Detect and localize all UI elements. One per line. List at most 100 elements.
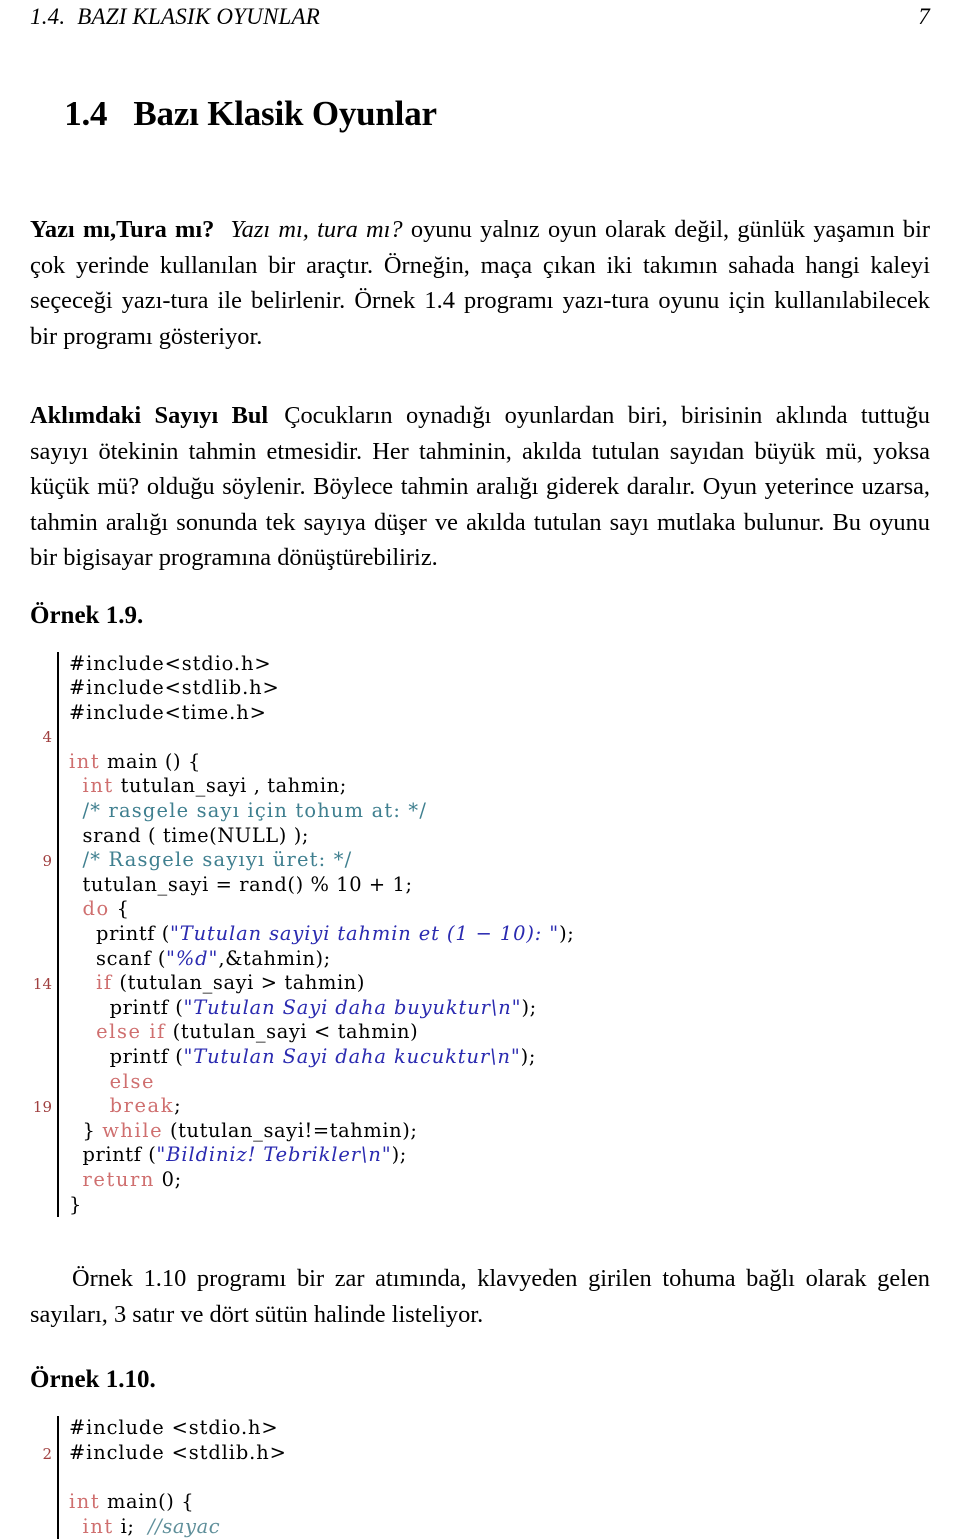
paragraph-lead-aklimdaki: Aklımdaki Sayıyı Bul [30, 402, 269, 429]
listing-rule [57, 1465, 59, 1490]
code-token: #include <stdlib.h> [69, 1440, 287, 1464]
code-token: //sayac [148, 1514, 221, 1538]
code-token: ); [559, 922, 575, 946]
code-line: } while (tutulan_sayi!=tahmin); [30, 1118, 930, 1144]
code-line: tutulan_sayi = rand() % 10 + 1; [30, 872, 930, 898]
code-line: 2 #include <stdlib.h> [30, 1440, 930, 1466]
code-line-number: 4 [42, 728, 52, 747]
code-token: main() { [100, 1489, 195, 1513]
code-line-text: int tutulan_sayi , tahmin; [69, 774, 930, 799]
paragraph-lead-yazi-tura: Yazı mı,Tura mı? [30, 216, 215, 243]
code-line-text: #include <stdlib.h> [69, 1441, 930, 1466]
code-line: int i; //sayac [30, 1514, 930, 1539]
paragraph-italic-phrase: Yazı mı, tura mı? [230, 216, 403, 243]
listing-rule [57, 872, 59, 898]
page-number: 7 [918, 4, 930, 29]
listing-rule [57, 651, 59, 677]
listing-rule [57, 1118, 59, 1144]
code-token: ); [391, 1143, 407, 1167]
code-token: (tutulan_sayi < tahmin) [165, 1020, 419, 1044]
code-listing-2: #include <stdio.h> 2 #include <stdlib.h> in… [30, 1416, 930, 1539]
code-token: #include <stdio.h> [69, 1416, 279, 1440]
code-line-text: do { [69, 897, 930, 922]
code-line-text: int main () { [69, 750, 930, 775]
code-token: main () { [100, 749, 201, 773]
code-line: int main () { [30, 749, 930, 775]
document-page: 1.4. BAZI KLASIK OYUNLAR 7 1.4 Bazı Klasi… [0, 0, 960, 1539]
code-token: int [69, 1489, 101, 1513]
listing-rule [57, 774, 59, 800]
code-token: return [82, 1167, 155, 1191]
code-line-text: printf ("Bildiniz! Tebrikler\n"); [69, 1143, 930, 1168]
code-token: (tutulan_sayi!=tahmin); [163, 1118, 418, 1142]
code-token: /* Rasgele sayıyı üret: */ [82, 848, 353, 872]
listing-rule [57, 676, 59, 701]
listing-rule [57, 971, 59, 996]
code-line: 19 break; [30, 1094, 930, 1119]
code-token: int [69, 749, 101, 773]
code-token: { [109, 897, 130, 921]
code-token: } [69, 1192, 82, 1216]
code-line-number: 9 [42, 852, 52, 871]
example-heading-1-9: Örnek 1.9. [30, 601, 144, 629]
code-line: printf ("Tutulan sayiyi tahmin et (1 − 1… [30, 922, 930, 947]
listing-rule [57, 1514, 59, 1539]
code-line: printf ("Bildiniz! Tebrikler\n"); [30, 1143, 930, 1168]
code-line: int main() { [30, 1489, 930, 1515]
listing-rule [57, 848, 59, 873]
listing-rule [57, 1192, 59, 1218]
example-heading-1-10: Örnek 1.10. [30, 1366, 156, 1394]
code-token: (tutulan_sayi > tahmin) [112, 971, 366, 995]
code-line-number: 14 [32, 975, 52, 994]
code-line-text: int i; //sayac [69, 1515, 930, 1539]
listing-rule [57, 1069, 59, 1095]
code-line-text: #include <stdio.h> [69, 1416, 930, 1441]
code-line-text: int main() { [69, 1490, 930, 1515]
listing-rule [57, 1020, 59, 1045]
code-line-text: /* Rasgele sayıyı üret: */ [69, 848, 930, 873]
running-header-title: 1.4. BAZI KLASIK OYUNLAR [30, 4, 320, 29]
listing-rule [57, 1167, 59, 1193]
code-token: break [109, 1094, 175, 1118]
running-header: 1.4. BAZI KLASIK OYUNLAR 7 [30, 0, 930, 38]
listing-rule [57, 1489, 59, 1515]
listing-rule [57, 995, 59, 1021]
code-line-text: /* rasgele sayı için tohum at: */ [69, 799, 930, 824]
code-token: if [96, 971, 113, 995]
listing-rule [57, 1094, 59, 1119]
code-token: tutulan_sayi , tahmin; [113, 774, 347, 798]
code-line-text: printf ("Tutulan sayiyi tahmin et (1 − 1… [69, 922, 930, 947]
code-line-text: if (tutulan_sayi > tahmin) [69, 971, 930, 996]
listing-rule [57, 799, 59, 824]
code-token: else if [96, 1020, 166, 1044]
code-line: do { [30, 897, 930, 923]
section-heading: 1.4 Bazı Klasik Oyunlar [30, 54, 930, 174]
listing-rule [57, 749, 59, 775]
code-line: printf ("Tutulan Sayi daha kucuktur\n"); [30, 1045, 930, 1070]
code-token: ); [521, 995, 537, 1019]
code-token: ); [520, 1045, 536, 1068]
code-token: #include<time.h> [69, 700, 267, 724]
code-line: #include <stdio.h> [30, 1416, 930, 1441]
listing-rule [57, 946, 59, 972]
code-line: else [30, 1069, 930, 1095]
paragraph-yazi-tura: Yazı mı,Tura mı? Yazı mı, tura mı? oyunu … [30, 212, 930, 354]
code-token: } [69, 1118, 103, 1142]
paragraph-ornek-1-10-note: Örnek 1.10 programı bir zar atımında, kl… [30, 1265, 930, 1328]
code-token: "%d" [166, 946, 219, 970]
code-token: tutulan_sayi = rand() % 10 + 1; [69, 872, 413, 896]
code-token: else [109, 1069, 156, 1093]
listing-rule [57, 897, 59, 923]
code-token: int [82, 1514, 114, 1538]
code-token: printf ( [69, 922, 170, 946]
code-line-text: srand ( time(NULL) ); [69, 824, 930, 849]
code-token: srand ( time(NULL) ); [69, 823, 310, 847]
